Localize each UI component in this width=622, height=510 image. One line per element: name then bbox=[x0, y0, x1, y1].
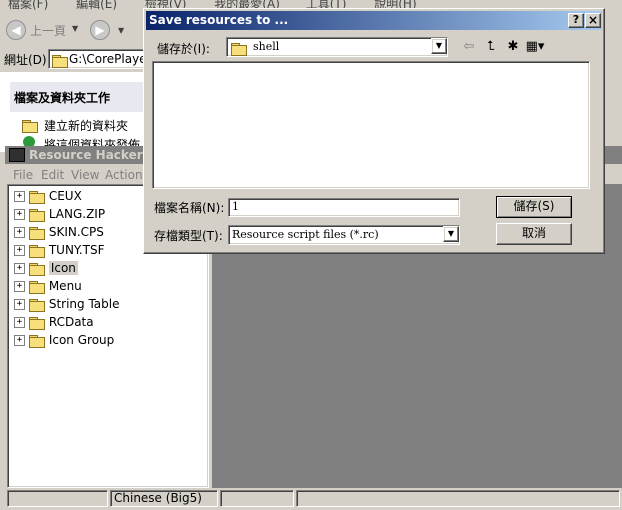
save-in-value: shell bbox=[253, 40, 280, 53]
tree-item[interactable]: + TUNY.TSF bbox=[14, 241, 104, 259]
expand-icon[interactable]: + bbox=[14, 335, 25, 346]
folder-icon bbox=[52, 54, 68, 68]
task-new-folder-label: 建立新的資料夾 bbox=[44, 119, 129, 133]
explorer-toolbar: ◀ 上一頁 ▼ ▶ ▼ bbox=[0, 14, 150, 46]
folder-icon bbox=[29, 334, 45, 348]
tree-item[interactable]: + RCData bbox=[14, 313, 94, 331]
tree-item-label: SKIN.CPS bbox=[48, 225, 104, 239]
folder-icon bbox=[29, 244, 45, 258]
folder-icon bbox=[29, 316, 45, 330]
address-bar: 網址(D) G:\CorePlayer bbox=[0, 48, 152, 70]
tree-item[interactable]: + Icon Group bbox=[14, 331, 114, 349]
dialog-titlebar: Save resources to ... ? × bbox=[146, 11, 602, 30]
folder-icon bbox=[29, 208, 45, 222]
tree-item-label: TUNY.TSF bbox=[48, 243, 105, 257]
back-label: 上一頁 bbox=[30, 24, 67, 38]
up-folder-icon[interactable]: ⮤ bbox=[480, 37, 502, 57]
tree-item-selected[interactable]: + Icon bbox=[14, 259, 78, 277]
filename-value: 1 bbox=[232, 200, 239, 213]
rh-menu-action[interactable]: Action bbox=[105, 168, 143, 182]
menu-file[interactable]: 檔案(F) bbox=[8, 0, 48, 11]
save-button[interactable]: 儲存(S) bbox=[496, 196, 572, 218]
back-arrow-icon: ◀ bbox=[6, 20, 26, 40]
status-panel-3 bbox=[220, 490, 294, 507]
reshacker-menubar: File Edit View Action bbox=[5, 166, 145, 184]
status-panel-4 bbox=[296, 490, 620, 507]
expand-icon[interactable]: + bbox=[14, 299, 25, 310]
menu-edit[interactable]: 編輯(E) bbox=[76, 0, 117, 11]
save-in-label: 儲存於(I): bbox=[157, 42, 210, 56]
expand-icon[interactable]: + bbox=[14, 317, 25, 328]
nav-toolbar: ⇦ ⮤ ✱ ▦▾ bbox=[458, 37, 558, 57]
back-arrow-icon[interactable]: ⇦ bbox=[458, 37, 480, 57]
filetype-select[interactable]: Resource script files (*.rc) ▼ bbox=[228, 225, 460, 245]
expand-icon[interactable]: + bbox=[14, 263, 25, 274]
folder-icon bbox=[29, 298, 45, 312]
rh-menu-file[interactable]: File bbox=[13, 168, 33, 182]
globe-icon bbox=[23, 136, 35, 146]
address-value: G:\CorePlayer bbox=[69, 52, 152, 66]
folder-icon bbox=[29, 280, 45, 294]
status-panel-1 bbox=[7, 490, 108, 507]
filename-label: 檔案名稱(N): bbox=[154, 201, 225, 215]
save-dialog: Save resources to ... ? × 儲存於(I): shell … bbox=[143, 8, 605, 254]
expand-icon[interactable]: + bbox=[14, 209, 25, 220]
task-new-folder[interactable]: 建立新的資料夾 bbox=[22, 116, 150, 134]
address-input[interactable]: G:\CorePlayer bbox=[48, 49, 152, 69]
back-dropdown-icon[interactable]: ▼ bbox=[72, 24, 78, 33]
tree-item-label: Menu bbox=[48, 279, 82, 293]
cancel-button[interactable]: 取消 bbox=[496, 223, 572, 245]
file-list[interactable] bbox=[152, 61, 590, 189]
filename-input[interactable]: 1 bbox=[228, 198, 460, 217]
folder-icon bbox=[29, 226, 45, 240]
expand-icon[interactable]: + bbox=[14, 245, 25, 256]
folder-icon bbox=[231, 42, 247, 56]
task-publish-label: 將這個資料夾發佈 bbox=[44, 138, 141, 146]
expand-icon[interactable]: + bbox=[14, 191, 25, 202]
view-menu-icon[interactable]: ▦▾ bbox=[524, 37, 546, 57]
filetype-label: 存檔類型(T): bbox=[154, 229, 223, 243]
rh-menu-edit[interactable]: Edit bbox=[41, 168, 64, 182]
new-folder-icon bbox=[22, 119, 38, 133]
task-publish[interactable]: 將這個資料夾發佈 bbox=[22, 136, 150, 146]
tree-item[interactable]: + SKIN.CPS bbox=[14, 223, 104, 241]
back-button[interactable]: ◀ 上一頁 ▼ bbox=[4, 18, 84, 42]
filetype-value: Resource script files (*.rc) bbox=[232, 228, 379, 241]
tree-item[interactable]: + Menu bbox=[14, 277, 82, 295]
status-bar: Chinese (Big5) bbox=[5, 489, 622, 508]
help-button[interactable]: ? bbox=[568, 13, 584, 28]
tree-item-label: CEUX bbox=[48, 189, 82, 203]
close-button[interactable]: × bbox=[585, 13, 601, 28]
new-folder-icon[interactable]: ✱ bbox=[502, 37, 524, 57]
status-panel-language: Chinese (Big5) bbox=[110, 490, 218, 507]
forward-dropdown-icon[interactable]: ▼ bbox=[118, 26, 124, 35]
rh-menu-view[interactable]: View bbox=[71, 168, 99, 182]
app-icon bbox=[9, 148, 25, 162]
chevron-down-icon[interactable]: ▼ bbox=[443, 226, 459, 242]
forward-button[interactable]: ▶ bbox=[90, 20, 110, 40]
expand-icon[interactable]: + bbox=[14, 227, 25, 238]
tree-item-label: String Table bbox=[48, 297, 120, 311]
tree-item[interactable]: + LANG.ZIP bbox=[14, 205, 105, 223]
folder-icon bbox=[29, 262, 45, 276]
tree-item-label: RCData bbox=[48, 315, 94, 329]
folder-icon bbox=[29, 190, 45, 204]
chevron-down-icon[interactable]: ▼ bbox=[431, 38, 447, 54]
tree-item-label: Icon bbox=[48, 261, 78, 275]
tree-item-label: Icon Group bbox=[48, 333, 115, 347]
expand-icon[interactable]: + bbox=[14, 281, 25, 292]
tree-item-label: LANG.ZIP bbox=[48, 207, 106, 221]
dialog-title: Save resources to ... bbox=[149, 13, 289, 27]
save-in-select[interactable]: shell ▼ bbox=[226, 37, 448, 57]
task-pane-title: 檔案及資料夾工作 bbox=[14, 91, 111, 105]
tree-item[interactable]: + CEUX bbox=[14, 187, 82, 205]
address-label: 網址(D) bbox=[4, 53, 47, 67]
tree-item[interactable]: + String Table bbox=[14, 295, 120, 313]
explorer-task-pane: 檔案及資料夾工作 建立新的資料夾 將這個資料夾發佈 bbox=[0, 72, 150, 152]
